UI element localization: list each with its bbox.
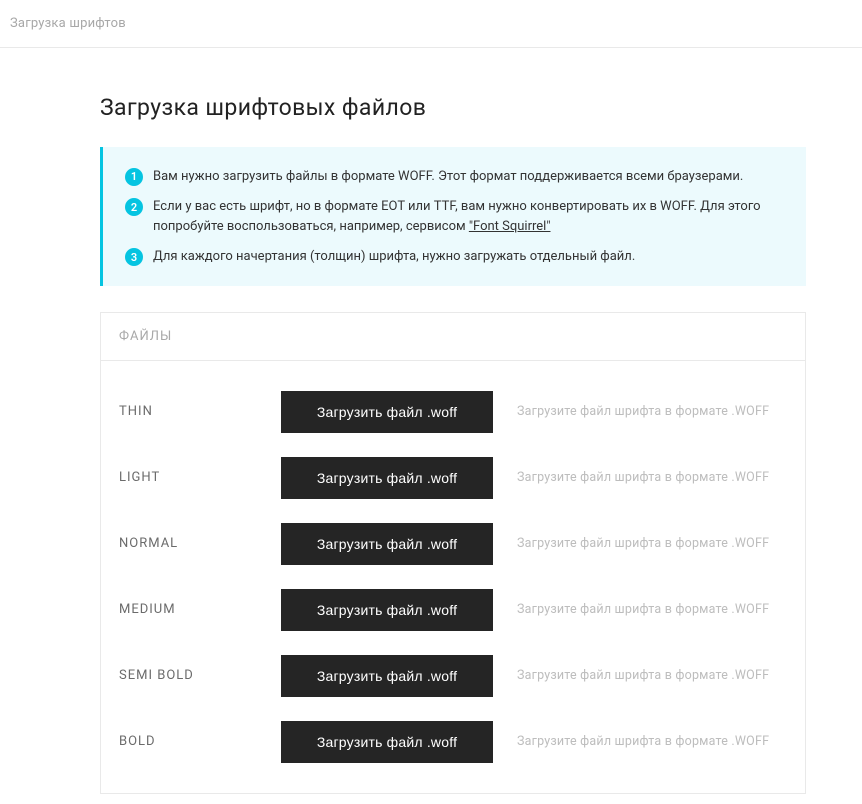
top-bar-title: Загрузка шрифтов xyxy=(10,16,126,31)
upload-button-medium[interactable]: Загрузить файл .woff xyxy=(281,589,493,631)
info-text: Вам нужно загрузить файлы в формате WOFF… xyxy=(153,167,784,187)
info-item: 2 Если у вас есть шрифт, но в формате EO… xyxy=(125,197,784,237)
info-item: 1 Вам нужно загрузить файлы в формате WO… xyxy=(125,167,784,187)
files-header: ФАЙЛЫ xyxy=(101,313,805,361)
file-hint: Загрузите файл шрифта в формате .WOFF xyxy=(517,602,769,617)
upload-button-thin[interactable]: Загрузить файл .woff xyxy=(281,391,493,433)
info-badge-1: 1 xyxy=(125,168,143,186)
upload-button-bold[interactable]: Загрузить файл .woff xyxy=(281,721,493,763)
file-hint: Загрузите файл шрифта в формате .WOFF xyxy=(517,470,769,485)
info-text-3: Для каждого начертания (толщин) шрифта, … xyxy=(153,249,635,264)
info-text-1: Вам нужно загрузить файлы в формате WOFF… xyxy=(153,169,743,184)
file-row-thin: THIN Загрузить файл .woff Загрузите файл… xyxy=(117,391,789,433)
file-row-normal: NORMAL Загрузить файл .woff Загрузите фа… xyxy=(117,523,789,565)
info-item: 3 Для каждого начертания (толщин) шрифта… xyxy=(125,247,784,267)
file-weight-label: MEDIUM xyxy=(117,602,281,617)
file-weight-label: NORMAL xyxy=(117,536,281,551)
info-text: Если у вас есть шрифт, но в формате EOT … xyxy=(153,197,784,237)
file-weight-label: BOLD xyxy=(117,734,281,749)
file-weight-label: THIN xyxy=(117,404,281,419)
file-row-medium: MEDIUM Загрузить файл .woff Загрузите фа… xyxy=(117,589,789,631)
upload-button-semi-bold[interactable]: Загрузить файл .woff xyxy=(281,655,493,697)
info-text-2-before: Если у вас есть шрифт, но в формате EOT … xyxy=(153,199,761,234)
info-badge-3: 3 xyxy=(125,248,143,266)
page-title: Загрузка шрифтовых файлов xyxy=(100,94,806,121)
file-weight-label: SEMI BOLD xyxy=(117,668,281,683)
file-row-semi-bold: SEMI BOLD Загрузить файл .woff Загрузите… xyxy=(117,655,789,697)
file-row-bold: BOLD Загрузить файл .woff Загрузите файл… xyxy=(117,721,789,763)
top-bar: Загрузка шрифтов xyxy=(0,0,862,48)
file-hint: Загрузите файл шрифта в формате .WOFF xyxy=(517,404,769,419)
info-text: Для каждого начертания (толщин) шрифта, … xyxy=(153,247,784,267)
file-row-light: LIGHT Загрузить файл .woff Загрузите фай… xyxy=(117,457,789,499)
font-squirrel-link[interactable]: "Font Squirrel" xyxy=(469,219,551,234)
file-hint: Загрузите файл шрифта в формате .WOFF xyxy=(517,536,769,551)
info-box: 1 Вам нужно загрузить файлы в формате WO… xyxy=(100,147,806,286)
upload-button-light[interactable]: Загрузить файл .woff xyxy=(281,457,493,499)
files-body: THIN Загрузить файл .woff Загрузите файл… xyxy=(101,361,805,793)
info-badge-2: 2 xyxy=(125,198,143,216)
file-hint: Загрузите файл шрифта в формате .WOFF xyxy=(517,668,769,683)
file-hint: Загрузите файл шрифта в формате .WOFF xyxy=(517,734,769,749)
files-panel: ФАЙЛЫ THIN Загрузить файл .woff Загрузит… xyxy=(100,312,806,794)
file-weight-label: LIGHT xyxy=(117,470,281,485)
upload-button-normal[interactable]: Загрузить файл .woff xyxy=(281,523,493,565)
content-area: Загрузка шрифтовых файлов 1 Вам нужно за… xyxy=(0,48,862,794)
